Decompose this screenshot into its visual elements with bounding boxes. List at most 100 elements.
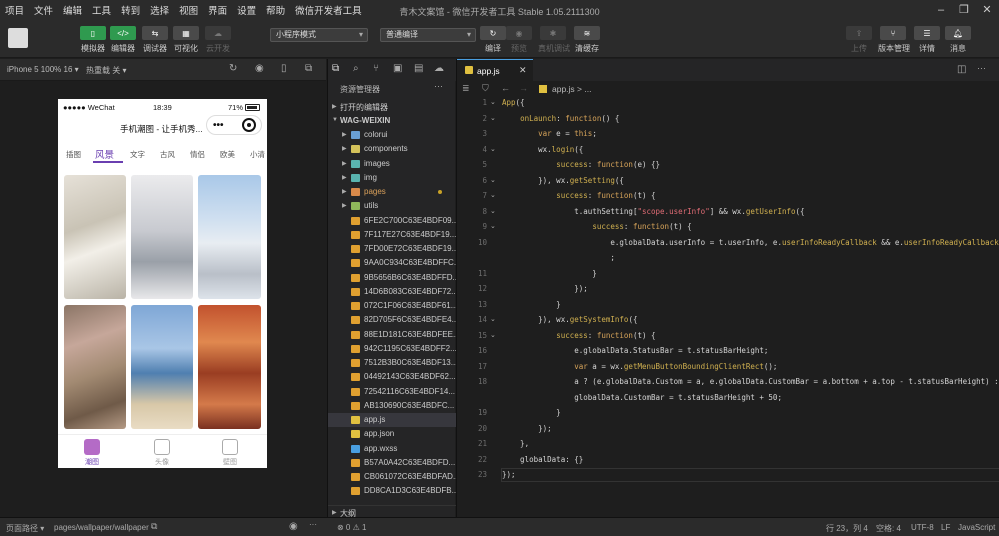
menu-item[interactable]: 帮助	[261, 3, 290, 17]
more-icon[interactable]: ···	[309, 520, 317, 529]
fold-chevron-icon[interactable]: ⌄	[490, 315, 496, 323]
bookmark-icon[interactable]: ⛉	[482, 83, 489, 94]
minimize-icon[interactable]: –	[934, 3, 948, 17]
menu-item[interactable]: 工具	[87, 3, 116, 17]
indentation[interactable]: 空格: 4	[876, 523, 901, 534]
phone-icon[interactable]: ▯	[281, 63, 287, 74]
file-item[interactable]: 9B5656B6C63E4BDFFD...	[328, 271, 456, 285]
file-item[interactable]: B57A0A42C63E4BDFD...	[328, 456, 456, 470]
wallpaper-tile[interactable]	[198, 305, 261, 429]
copy-icon[interactable]: ⧉	[151, 521, 157, 532]
menu-item[interactable]: 文件	[29, 3, 58, 17]
file-item[interactable]: 88E1D181C63E4BDFEE...	[328, 328, 456, 342]
extensions-icon[interactable]: ▣	[393, 63, 402, 74]
file-item[interactable]: 7512B3B0C63E4BDF13...	[328, 356, 456, 370]
fold-chevron-icon[interactable]: ⌄	[490, 191, 496, 199]
close-icon[interactable]: ✕	[980, 3, 994, 17]
close-tab-icon[interactable]: ✕	[519, 65, 527, 76]
close-circle-icon[interactable]	[242, 118, 256, 132]
more-icon[interactable]: •••	[213, 120, 224, 131]
menu-item[interactable]: 界面	[203, 3, 232, 17]
file-item[interactable]: 14D6B083C63E4BDF72...	[328, 285, 456, 299]
clear-cache-button[interactable]: ≋ 清缓存	[572, 26, 602, 54]
menu-item[interactable]: 视图	[174, 3, 203, 17]
menu-item[interactable]: 项目	[0, 3, 29, 17]
fold-chevron-icon[interactable]: ⌄	[490, 176, 496, 184]
upload-button[interactable]: ⇪ 上传	[844, 26, 874, 54]
fold-chevron-icon[interactable]: ⌄	[490, 98, 496, 106]
cloud-icon[interactable]: ☁	[434, 63, 444, 74]
tab-background[interactable]: 壁图	[210, 439, 250, 467]
search-icon[interactable]: ⌕	[353, 63, 359, 74]
category-tab[interactable]: 文字	[130, 149, 145, 160]
file-item[interactable]: 6FE2C700C63E4BDF09...	[328, 214, 456, 228]
fold-chevron-icon[interactable]: ⌄	[490, 331, 496, 339]
device-debug-button[interactable]: ✱ 真机调试	[538, 26, 570, 54]
wallpaper-tile[interactable]	[198, 175, 261, 299]
category-tab[interactable]: 插图	[66, 149, 81, 160]
file-item[interactable]: 072C1F06C63E4BDF61...	[328, 299, 456, 313]
file-item[interactable]: DD8CA1D3C63E4BDFB...	[328, 484, 456, 498]
folder-item[interactable]: ▶ components	[328, 142, 456, 156]
category-tab[interactable]: 欧美	[220, 149, 235, 160]
language-mode[interactable]: JavaScript	[958, 523, 995, 532]
version-button[interactable]: ⑂ 版本管理	[878, 26, 910, 54]
storage-icon[interactable]: ▤	[414, 63, 423, 74]
rotate-icon[interactable]: ↻	[229, 63, 237, 74]
back-arrow-icon[interactable]: ←	[501, 83, 510, 93]
project-section[interactable]: ▼ WAG-WEIXIN	[328, 114, 456, 128]
wallpaper-tile[interactable]	[64, 305, 126, 429]
simulator-button[interactable]: ▯ 模拟器	[78, 26, 108, 54]
menu-item[interactable]: 编辑	[58, 3, 87, 17]
device-select[interactable]: iPhone 5 100% 16 ▾	[7, 65, 79, 74]
encoding[interactable]: UTF-8	[911, 523, 934, 532]
wallpaper-tile[interactable]	[131, 175, 193, 299]
problems-count[interactable]: ⊗ 0 ⚠ 1	[337, 523, 366, 532]
file-item[interactable]: CB061072C63E4BDFAD...	[328, 470, 456, 484]
eye-icon[interactable]: ◉	[289, 521, 298, 532]
category-tab[interactable]: 情侣	[190, 149, 205, 160]
mode-select[interactable]: 小程序模式 ▾	[270, 28, 368, 42]
maximize-icon[interactable]: ❐	[957, 3, 971, 17]
editor-button[interactable]: </> 编辑器	[108, 26, 138, 54]
fold-chevron-icon[interactable]: ⌄	[490, 207, 496, 215]
capsule-menu[interactable]: •••	[206, 115, 262, 135]
file-item[interactable]: app.json	[328, 427, 456, 441]
category-tab[interactable]: 风景	[95, 147, 114, 161]
list-icon[interactable]: ≣	[462, 83, 470, 94]
hotreload-toggle[interactable]: 热重载 关 ▾	[86, 65, 126, 76]
category-tab[interactable]: 小清	[250, 149, 265, 160]
file-item[interactable]: 82D705F6C63E4BDFE4...	[328, 313, 456, 327]
branch-icon[interactable]: ⑂	[373, 63, 379, 74]
menu-item[interactable]: 选择	[145, 3, 174, 17]
more-icon[interactable]: ···	[434, 81, 443, 91]
wallpaper-tile[interactable]	[64, 175, 126, 299]
visual-button[interactable]: ▦ 可视化	[171, 26, 201, 54]
file-item[interactable]: 04492143C63E4BDF62...	[328, 370, 456, 384]
folder-item[interactable]: ▶ images	[328, 157, 456, 171]
preview-button[interactable]: ◉ 预览	[504, 26, 534, 54]
tab-app-js[interactable]: app.js ✕	[457, 59, 533, 81]
fold-chevron-icon[interactable]: ⌄	[490, 222, 496, 230]
tab-avatar[interactable]: 头像	[142, 439, 182, 467]
popout-icon[interactable]: ⧉	[305, 63, 312, 74]
forward-arrow-icon[interactable]: →	[519, 83, 528, 93]
fold-chevron-icon[interactable]: ⌄	[490, 145, 496, 153]
file-item[interactable]: app.wxss	[328, 442, 456, 456]
file-item[interactable]: app.js	[328, 413, 456, 427]
file-item[interactable]: 942C1195C63E4BDFF2...	[328, 342, 456, 356]
category-tab[interactable]: 古风	[160, 149, 175, 160]
file-item[interactable]: 9AA0C934C63E4BDFFC...	[328, 256, 456, 270]
debugger-button[interactable]: ⇆ 调试器	[140, 26, 170, 54]
more-icon[interactable]: ···	[977, 63, 986, 73]
split-editor-icon[interactable]: ◫	[957, 64, 966, 75]
menu-item[interactable]: 微信开发者工具	[290, 3, 367, 17]
files-icon[interactable]: ⧉	[332, 63, 339, 74]
menu-item[interactable]: 设置	[232, 3, 261, 17]
cursor-position[interactable]: 行 23，列 4	[826, 523, 868, 534]
folder-item[interactable]: ▶ pages	[328, 185, 456, 199]
open-editors-section[interactable]: ▶ 打开的编辑器	[328, 100, 456, 114]
folder-item[interactable]: ▶ colorui	[328, 128, 456, 142]
messages-button[interactable]: 🔔︎ 消息	[943, 26, 973, 54]
compile-mode-select[interactable]: 普通编译 ▾	[380, 28, 476, 42]
